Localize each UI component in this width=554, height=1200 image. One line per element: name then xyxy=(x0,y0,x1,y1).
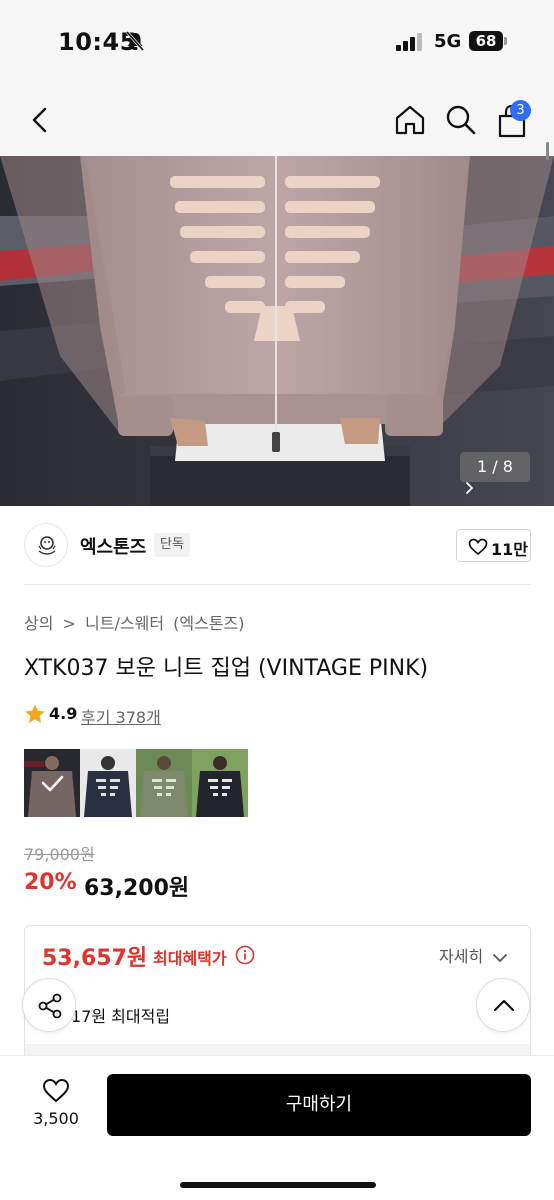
gallery-page-text: 1 / 8 xyxy=(477,457,513,476)
bell-muted-icon xyxy=(125,31,145,51)
color-thumb-khaki[interactable] xyxy=(136,749,192,817)
share-icon xyxy=(38,993,62,1019)
benefit-detail-button[interactable]: 자세히 xyxy=(439,943,508,967)
heart-icon xyxy=(468,538,488,556)
review-link[interactable]: 후기 378개 xyxy=(81,704,161,728)
share-button[interactable] xyxy=(22,978,76,1032)
breadcrumb-separator: > xyxy=(62,614,76,633)
chevron-left-icon xyxy=(32,107,47,133)
cart-count-badge: 3 xyxy=(510,100,531,121)
heart-icon xyxy=(42,1078,70,1103)
rating-score: 4.9 xyxy=(49,704,78,723)
max-benefit-label: 최대혜택가 xyxy=(153,949,227,968)
search-button[interactable] xyxy=(444,102,478,138)
breadcrumb-category[interactable]: 상의 xyxy=(24,614,53,633)
home-icon xyxy=(395,105,425,135)
original-price: 79,000원 xyxy=(24,845,95,864)
breadcrumb-brand[interactable]: (엑스톤즈) xyxy=(173,614,244,633)
battery-icon: 68 xyxy=(469,31,507,51)
color-thumb-black[interactable] xyxy=(192,749,248,817)
brand-emblem-icon xyxy=(38,536,56,555)
color-options xyxy=(24,749,249,817)
back-button[interactable] xyxy=(24,102,56,138)
search-icon xyxy=(446,105,476,135)
exclusive-badge: 단독 xyxy=(154,533,190,557)
chevron-down-icon xyxy=(493,953,508,962)
chevron-up-icon xyxy=(493,999,515,1012)
star-icon xyxy=(25,704,45,723)
breadcrumb-subcategory[interactable]: 니트/스웨터 xyxy=(85,614,164,633)
brand-logo[interactable] xyxy=(24,523,68,567)
brand-like-button[interactable]: 11만 xyxy=(456,529,531,562)
scrollbar xyxy=(546,142,549,160)
color-thumb-vintage-pink[interactable] xyxy=(24,749,80,817)
color-thumb-navy[interactable] xyxy=(80,749,136,817)
benefit-box: 53,657원 최대혜택가 자세히 17원 최대적립 xyxy=(24,925,531,1065)
battery-level: 68 xyxy=(469,31,503,51)
breadcrumb: 상의 > 니트/스웨터 (엑스톤즈) xyxy=(24,610,249,634)
nav-bar: 3 xyxy=(0,84,554,156)
buy-button[interactable]: 구매하기 xyxy=(107,1074,531,1136)
cart-button[interactable]: 3 xyxy=(494,100,534,140)
divider xyxy=(24,584,531,585)
wishlist-count: 3,500 xyxy=(33,1109,79,1128)
gallery-page-indicator[interactable]: 1 / 8 xyxy=(460,452,530,494)
brand-name[interactable]: 엑스톤즈 xyxy=(80,533,146,559)
max-benefit-price: 53,657원 xyxy=(42,946,148,971)
bottom-purchase-bar: 3,500 구매하기 xyxy=(0,1055,554,1200)
product-title: XTK037 보운 니트 집업 (VINTAGE PINK) xyxy=(24,656,429,681)
sale-price: 63,200원 xyxy=(84,876,190,901)
wishlist-button[interactable]: 3,500 xyxy=(24,1074,88,1134)
brand-like-count: 11만 xyxy=(491,540,528,559)
signal-icon xyxy=(396,33,422,51)
info-icon[interactable] xyxy=(235,945,255,965)
home-indicator xyxy=(180,1182,376,1188)
max-points-text: 17원 최대적립 xyxy=(71,1007,171,1026)
chevron-right-icon xyxy=(466,482,473,494)
benefit-detail-label: 자세히 xyxy=(439,947,484,966)
home-button[interactable] xyxy=(392,102,428,138)
status-bar: 10:45 5G 68 xyxy=(0,0,554,84)
discount-rate: 20% xyxy=(24,870,77,895)
network-label: 5G xyxy=(434,31,462,52)
product-image-gallery[interactable]: 1 / 8 xyxy=(0,156,554,506)
scroll-top-button[interactable] xyxy=(476,978,530,1032)
